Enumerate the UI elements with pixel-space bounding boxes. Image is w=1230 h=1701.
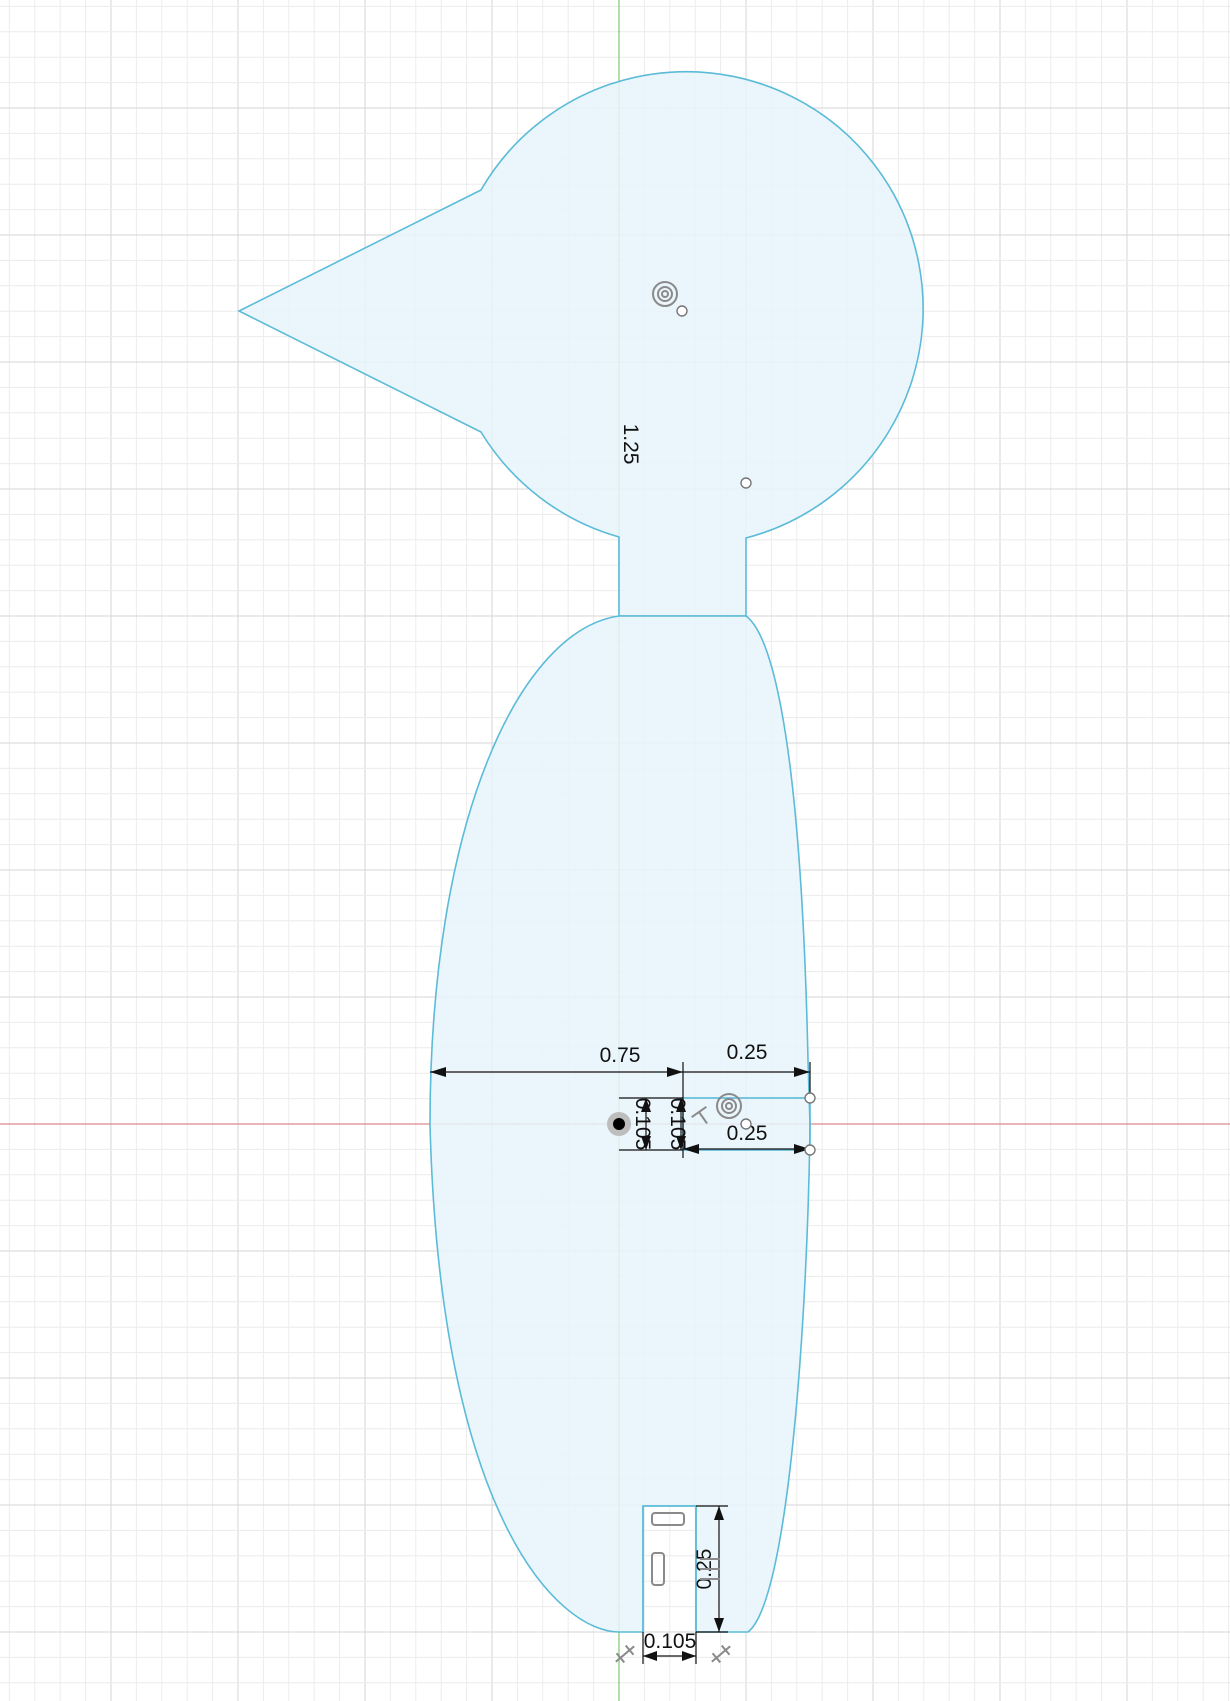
vertical-constraint-icon[interactable] (651, 1552, 665, 1586)
dim-slot-height-left[interactable]: 0.105 (631, 1098, 654, 1151)
dim-slot-height-right-group[interactable]: 0.105 (666, 1098, 689, 1151)
dim-slot-height-right[interactable]: 0.105 (666, 1098, 689, 1151)
slot-corner-bottom[interactable] (804, 1144, 816, 1156)
fix-constraint-icon[interactable] (612, 1642, 638, 1667)
slot-center-point[interactable] (740, 1118, 752, 1130)
dim-neck-height[interactable]: 1.25 (619, 424, 642, 465)
dim-body-half-width[interactable]: 0.75 (600, 1044, 641, 1067)
origin-point-icon[interactable] (607, 1112, 631, 1136)
head-point[interactable] (676, 305, 688, 317)
head-profile[interactable] (237, 70, 924, 617)
sketch-canvas[interactable]: 1.25 0.75 0.25 0.25 0.105 0.105 0.25 0.1… (0, 0, 1230, 1701)
dim-slot-width-top[interactable]: 0.25 (727, 1041, 768, 1064)
dim-foot-width[interactable]: 0.105 (644, 1630, 697, 1653)
slot-corner-top[interactable] (804, 1092, 816, 1104)
neck-point[interactable] (740, 477, 752, 489)
horizontal-constraint-icon[interactable] (651, 1512, 685, 1526)
